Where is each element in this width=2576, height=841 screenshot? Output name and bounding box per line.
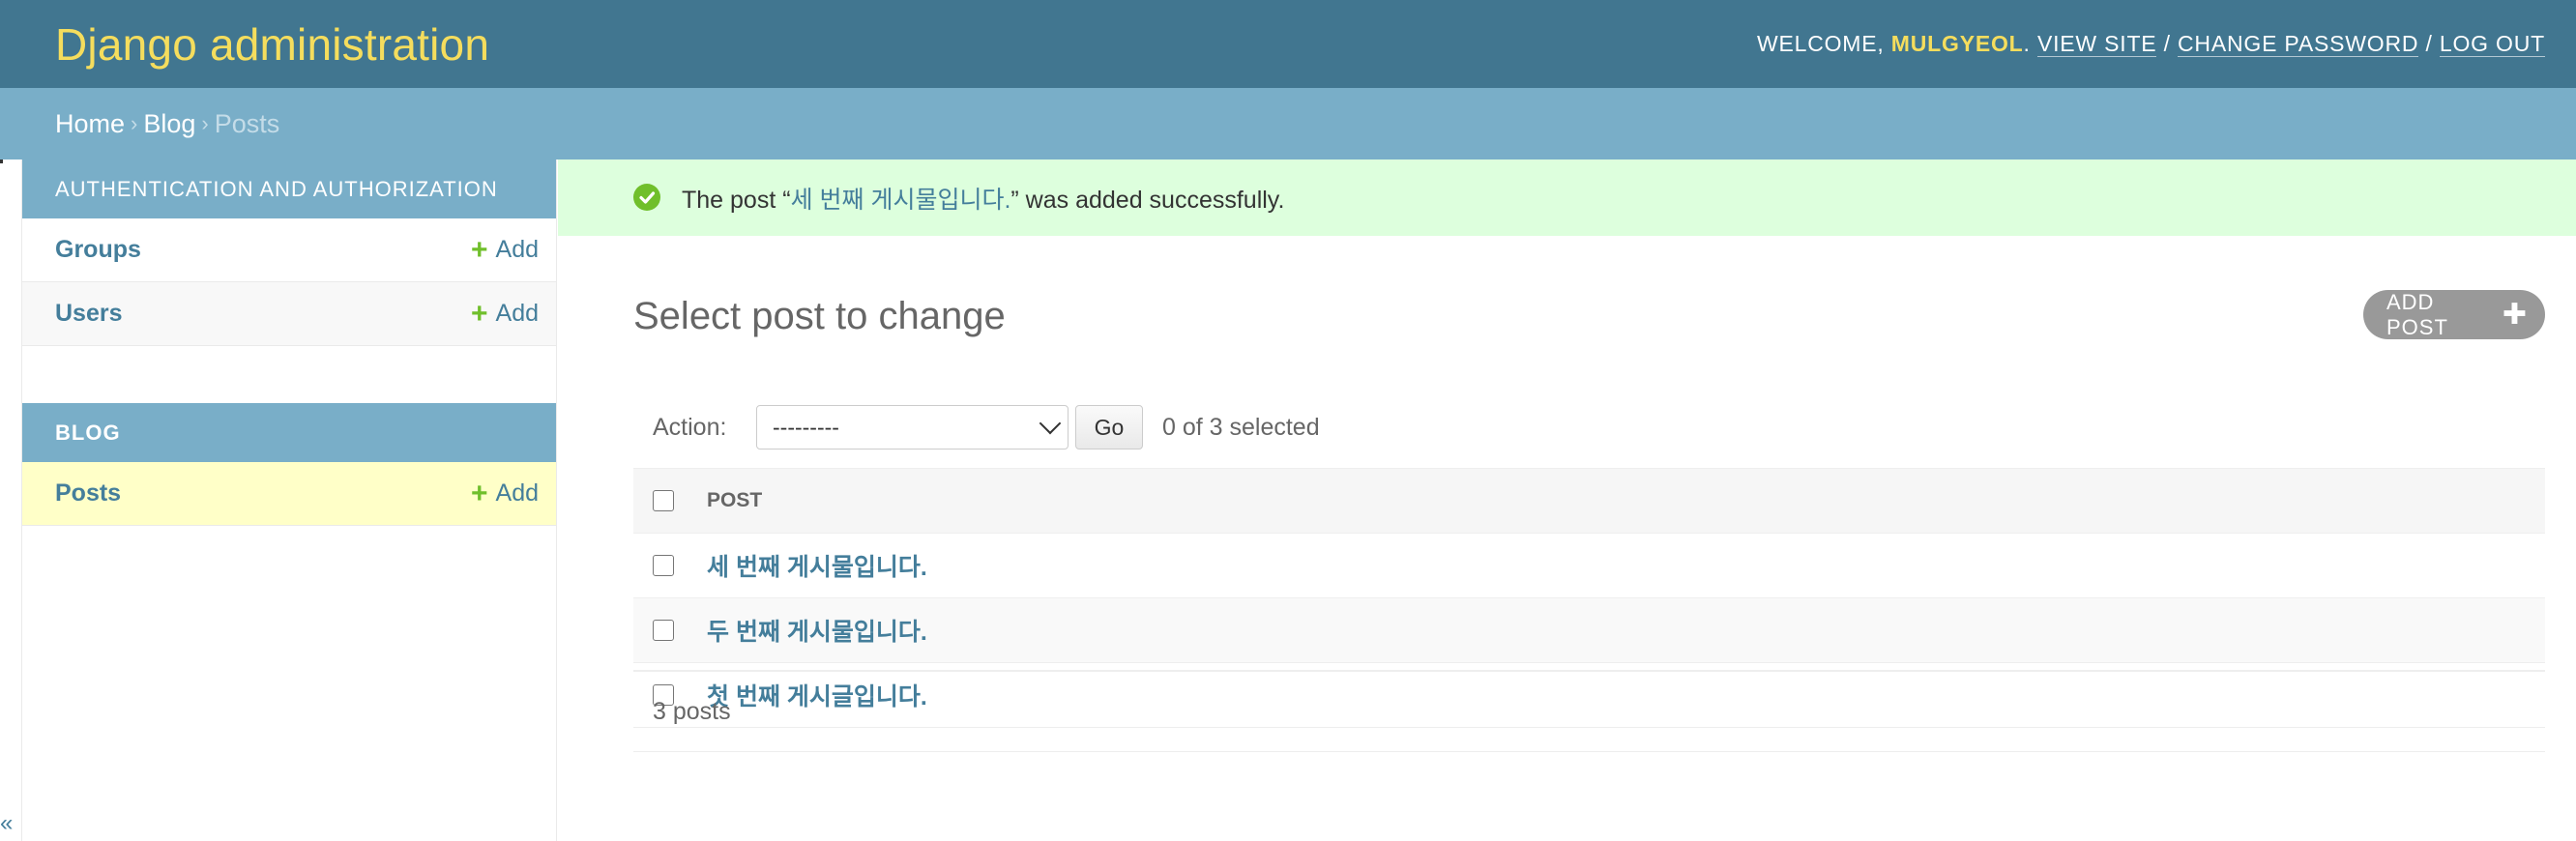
row-checkbox-cell <box>633 597 707 663</box>
select-all-cell <box>633 468 707 534</box>
action-selected-value: --------- <box>773 414 839 440</box>
add-group-button[interactable]: + Add <box>470 233 539 266</box>
user-tools-separator: / <box>2156 31 2179 56</box>
dropdown-chevron-icon <box>1039 412 1062 435</box>
action-select[interactable]: --------- <box>756 405 1068 450</box>
breadcrumb-current: Posts <box>214 108 280 138</box>
change-password-link[interactable]: CHANGE PASSWORD <box>2178 31 2419 57</box>
add-post-sidebar-button[interactable]: + Add <box>470 477 539 509</box>
content-area: The post “세 번째 게시물입니다.” was added succes… <box>558 160 2576 841</box>
row-checkbox[interactable] <box>653 620 674 641</box>
add-user-button[interactable]: + Add <box>470 297 539 330</box>
page-title: Select post to change <box>633 295 1006 337</box>
post-cell: 세 번째 게시물입니다. <box>707 533 2545 598</box>
table-header-row: POST <box>633 468 2545 534</box>
table-row: 두 번째 게시물입니다. <box>633 597 2545 663</box>
post-link[interactable]: 두 번째 게시물입니다. <box>707 619 927 646</box>
success-message: The post “세 번째 게시물입니다.” was added succes… <box>558 160 2576 236</box>
username: MULGYEOL <box>1890 31 2024 56</box>
add-label: Add <box>495 236 539 263</box>
message-suffix: ” was added successfully. <box>1010 186 1285 214</box>
paginator: 3 posts <box>633 670 2545 752</box>
app-list-sidebar: AUTHENTICATION AND AUTHORIZATION Groups … <box>22 160 557 841</box>
view-site-link[interactable]: VIEW SITE <box>2036 31 2157 57</box>
breadcrumb-separator: › <box>201 111 209 135</box>
actions-bar: Action: --------- Go 0 of 3 selected <box>633 401 2545 453</box>
add-plus-icon: + <box>470 233 488 266</box>
add-label: Add <box>495 479 539 507</box>
welcome-period: . <box>2023 31 2031 56</box>
message-prefix: The post “ <box>682 186 791 214</box>
add-plus-icon: + <box>470 297 488 330</box>
selection-counter: 0 of 3 selected <box>1162 413 1320 441</box>
action-label: Action: <box>653 413 727 441</box>
module-gap <box>22 346 556 403</box>
main-container: « AUTHENTICATION AND AUTHORIZATION Group… <box>0 160 2576 841</box>
message-post-link[interactable]: 세 번째 게시물입니다. <box>791 187 1011 214</box>
post-link[interactable]: 세 번째 게시물입니다. <box>707 554 927 581</box>
success-check-icon <box>633 184 660 211</box>
users-link[interactable]: Users <box>55 300 123 328</box>
user-tools-separator: / <box>2418 31 2440 56</box>
add-plus-icon: ✚ <box>2502 298 2528 331</box>
sidebar-item-posts: Posts + Add <box>22 462 556 526</box>
row-checkbox[interactable] <box>653 555 674 576</box>
nav-edge-marker <box>0 160 3 163</box>
table-row: 세 번째 게시물입니다. <box>633 533 2545 598</box>
posts-link[interactable]: Posts <box>55 479 121 508</box>
breadcrumb-blog[interactable]: Blog <box>143 109 195 139</box>
log-out-link[interactable]: LOG OUT <box>2439 31 2545 57</box>
toggle-nav-sidebar-icon[interactable]: « <box>0 810 13 837</box>
result-count: 3 posts <box>653 697 731 725</box>
welcome-text: WELCOME, <box>1756 31 1891 56</box>
groups-link[interactable]: Groups <box>55 236 141 264</box>
nav-sidebar-strip: « <box>0 160 22 841</box>
breadcrumb-separator: › <box>131 111 138 135</box>
message-text: The post “세 번째 게시물입니다.” was added succes… <box>682 181 1284 216</box>
sidebar-item-users: Users + Add <box>22 282 556 346</box>
breadcrumb: Home › Blog › Posts <box>0 88 2576 160</box>
header: Django administration WELCOME, MULGYEOL.… <box>0 0 2576 88</box>
post-cell: 두 번째 게시물입니다. <box>707 597 2545 663</box>
module-caption-blog[interactable]: BLOG <box>22 403 556 462</box>
user-tools: WELCOME, MULGYEOL. VIEW SITE / CHANGE PA… <box>1757 31 2545 57</box>
add-post-label: ADD POST <box>2386 289 2448 339</box>
row-checkbox-cell <box>633 533 707 598</box>
site-title[interactable]: Django administration <box>55 18 489 71</box>
breadcrumb-home[interactable]: Home <box>55 109 125 139</box>
add-plus-icon: + <box>470 477 488 509</box>
select-all-checkbox[interactable] <box>653 490 674 511</box>
go-button[interactable]: Go <box>1075 405 1143 450</box>
column-header-post[interactable]: POST <box>707 468 2545 534</box>
add-post-button[interactable]: ADD POST ✚ <box>2363 290 2545 339</box>
add-label: Add <box>495 300 539 327</box>
module-caption-auth[interactable]: AUTHENTICATION AND AUTHORIZATION <box>22 160 556 218</box>
sidebar-item-groups: Groups + Add <box>22 218 556 282</box>
